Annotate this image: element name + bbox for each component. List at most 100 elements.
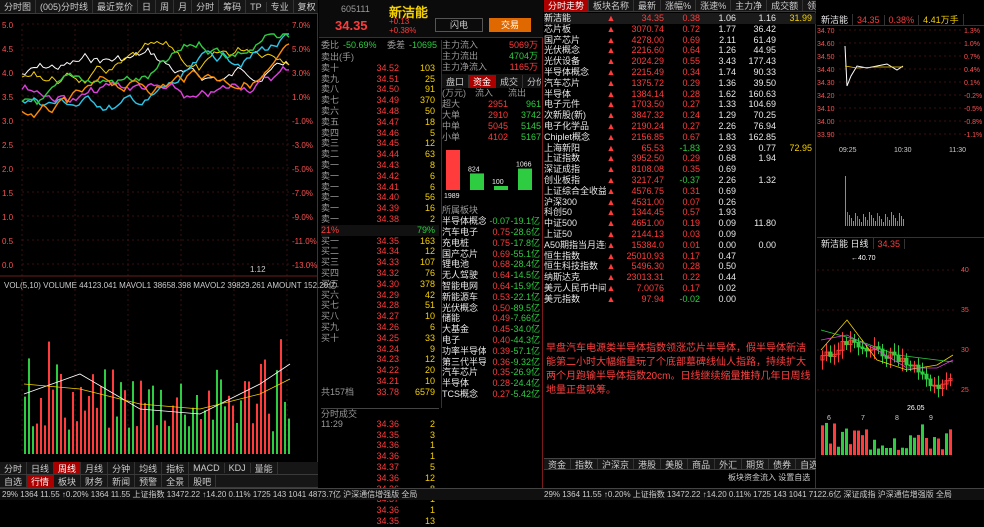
sector-row[interactable]: 光伏设备 ▲ 2024.29 0.55 3.43 177.43 — [544, 56, 816, 67]
sector-header-2[interactable]: 最新 — [634, 0, 662, 11]
sector-row[interactable]: 美元人民币中间价▲7.00760.170.02 — [544, 283, 816, 294]
chart-tab-7[interactable]: MACD — [189, 463, 225, 473]
sector-row[interactable]: 纳斯达克 ▲ 23013.31 0.22 0.44 — [544, 272, 816, 283]
toolbar-item-5[interactable]: 月 — [174, 0, 193, 13]
sector-header-5[interactable]: 主力净 — [731, 0, 768, 11]
toolbar-item-10[interactable]: 复权 — [294, 0, 318, 13]
bid-row[interactable]: 买七 34.28 51 — [321, 300, 439, 311]
sector-header-0[interactable]: 分时走势 — [544, 0, 590, 11]
ask-row[interactable]: 卖一 34.40 56 — [321, 192, 439, 203]
sector-list-item[interactable]: 锂电池 0.68 -28.4亿 — [442, 259, 541, 270]
sector-list-item[interactable]: 汽车芯片 0.35 -26.9亿 — [442, 367, 541, 378]
sector-footer-tab-7[interactable]: 期货 — [742, 459, 770, 469]
sector-list-item[interactable]: 大基金 0.45 -34.0亿 — [442, 324, 541, 335]
sector-list-item[interactable]: 充电桩 0.75 -17.8亿 — [442, 238, 541, 249]
left-bottom-tabs[interactable]: 分时 日线 周线 月线 分钟 均线 指标 MACD KDJ 量能 — [0, 462, 318, 475]
sector-list-item[interactable]: 第三代半导体0.36-9.32亿 — [442, 357, 541, 368]
sector-footer-tab-3[interactable]: 港股 — [634, 459, 662, 469]
chart-tab-9[interactable]: 量能 — [251, 462, 278, 474]
chart-tab-1[interactable]: 日线 — [27, 462, 55, 474]
sector-row[interactable]: 上证50 ▲ 2144.13 0.03 0.09 — [544, 229, 816, 240]
sector-table-header[interactable]: 分时走势板块名称最新涨幅%涨速%主力净成交额领涨股涨停数跌停数 — [544, 0, 816, 12]
status-tab-1[interactable]: 行情 — [27, 475, 55, 487]
toolbar-item-7[interactable]: 筹码 — [219, 0, 247, 13]
bid-row[interactable]: 34.22 20 — [321, 365, 439, 376]
chart-tab-6[interactable]: 指标 — [162, 462, 190, 474]
sector-row[interactable]: A50期指当月连续▲15384.00.010.000.00 — [544, 240, 816, 251]
bid-row[interactable]: 买三 34.33 107 — [321, 257, 439, 268]
sector-row[interactable]: 恒生指数 ▲ 25010.93 0.17 0.47 — [544, 251, 816, 262]
status-tab-6[interactable]: 全景 — [162, 475, 190, 487]
sector-row[interactable]: 中证500 ▲ 4651.00 0.19 0.09 11.80 — [544, 218, 816, 229]
bid-row[interactable]: 买一 34.35 163 — [321, 236, 439, 247]
bid-row[interactable]: 34.21 10 — [321, 376, 439, 387]
sector-list-item[interactable]: 无人驾驶 0.64 -14.5亿 — [442, 270, 541, 281]
sector-list-item[interactable]: 国产芯片 0.69 -55.1亿 — [442, 249, 541, 260]
sector-list-item[interactable]: 智能电网 0.64 -15.9亿 — [442, 281, 541, 292]
sector-footer-tabs[interactable]: 资金指数沪深京港股美股商品外汇期货债券自选基金半导体光伏新 — [544, 458, 816, 470]
sector-row[interactable]: 美元指数 ▲ 97.94 -0.02 0.00 — [544, 294, 816, 305]
sector-footer-tab-2[interactable]: 沪深京 — [598, 459, 635, 469]
trade-button[interactable]: 交易 — [489, 18, 531, 32]
sector-footer-tab-8[interactable]: 债券 — [769, 459, 797, 469]
sector-footer-tab-4[interactable]: 美股 — [661, 459, 689, 469]
sector-list-item[interactable]: 半导体 0.28 -24.4亿 — [442, 378, 541, 389]
price-volume-chart[interactable]: 5.0 4.5 4.0 3.5 3.0 2.5 2.0 1.5 1.0 0.5 0.0 7.0% 5.0… — [0, 14, 318, 462]
sector-row[interactable]: 国产芯片 ▲ 4278.00 0.69 2.11 61.49 — [544, 35, 816, 46]
bid-row[interactable]: 34.23 12 — [321, 354, 439, 365]
ask-row[interactable]: 卖八 34.50 91 — [321, 84, 439, 95]
ask-row[interactable]: 卖一 34.38 2 — [321, 214, 439, 225]
chart-tab-0[interactable]: 分时 — [0, 462, 28, 474]
sector-row[interactable]: 上证综合全收益 ▲ 4576.75 0.31 0.69 — [544, 186, 816, 197]
mini-kline-chart[interactable]: 40 35 30 25 ←40.70 26.05 6 7 8 9 — [817, 250, 984, 460]
ask-row[interactable]: 卖一 34.42 6 — [321, 171, 439, 182]
mini-intraday-chart[interactable]: 34.70 1.3% 34.60 1.0% 34.50 0.7% 34.40 0.4% 34.3… — [817, 26, 984, 236]
sector-list-item[interactable]: 功率半导体 0.39 -57.1亿 — [442, 346, 541, 357]
chart-tab-3[interactable]: 月线 — [81, 462, 109, 474]
sector-footer-right[interactable]: 板块资金流入 设置自选 — [728, 472, 810, 483]
sector-row[interactable]: 上海新阳 ▲ 65.53 -1.83 2.93 0.77 72.95 — [544, 143, 816, 154]
fund-tab-1[interactable]: 资金 — [469, 74, 497, 88]
status-tab-5[interactable]: 预警 — [135, 475, 163, 487]
bid-row[interactable]: 买二 34.34 12 — [321, 246, 439, 257]
sector-row[interactable]: 科创50 ▲ 1344.45 0.57 1.93 — [544, 207, 816, 218]
sector-header-1[interactable]: 板块名称 — [589, 0, 635, 11]
bid-row[interactable]: 买六 34.29 42 — [321, 290, 439, 301]
sector-header-6[interactable]: 成交额 — [767, 0, 804, 11]
ask-row[interactable]: 卖一 34.39 16 — [321, 203, 439, 214]
sector-row[interactable]: 芯片板 ▲ 3070.74 0.72 1.77 36.42 — [544, 24, 816, 35]
toolbar-item-1[interactable]: (005)分时线 — [36, 0, 94, 13]
status-tab-0[interactable]: 自选 — [0, 475, 28, 487]
sector-row[interactable]: 恒生科技指数 ▲ 5496.30 0.28 0.50 — [544, 261, 816, 272]
sector-row[interactable]: 汽车芯片 ▲ 1375.72 0.29 1.36 39.50 — [544, 78, 816, 89]
fund-tab-0[interactable]: 盘口 — [442, 74, 470, 88]
sector-row[interactable]: 次新股(新) ▲ 3847.32 0.24 1.29 70.25 — [544, 110, 816, 121]
chart-tab-2[interactable]: 周线 — [54, 462, 82, 474]
chart-tab-8[interactable]: KDJ — [225, 463, 251, 473]
status-tab-2[interactable]: 板块 — [54, 475, 82, 487]
flash-button[interactable]: 闪电 — [435, 18, 483, 32]
ask-row[interactable]: 卖九 34.51 25 — [321, 74, 439, 85]
ask-row[interactable]: 卖一 34.43 8 — [321, 160, 439, 171]
sector-header-7[interactable]: 领涨股 — [803, 0, 816, 11]
toolbar-item-0[interactable]: 分时图 — [0, 0, 37, 13]
bid-row[interactable]: 买九 34.26 6 — [321, 322, 439, 333]
sector-row[interactable]: 沪深300 ▲ 4531.00 0.07 0.26 — [544, 197, 816, 208]
fund-tab-2[interactable]: 成交 — [496, 74, 524, 88]
sector-header-3[interactable]: 涨幅% — [661, 0, 697, 11]
fund-tabs[interactable]: 盘口 资金 成交 分价 — [442, 74, 541, 89]
sector-list-item[interactable]: TCS概念 0.27 -5.42亿 — [442, 389, 541, 400]
sector-list-item[interactable]: 储能 0.49 -7.66亿 — [442, 313, 541, 324]
sector-row[interactable]: 深证成指 ▲ 8108.08 0.35 0.69 — [544, 164, 816, 175]
sector-row[interactable]: 光伏概念 ▲ 2216.60 0.64 1.26 44.95 — [544, 45, 816, 56]
sector-row[interactable]: 半导体 ▲ 1384.14 0.28 1.62 160.63 — [544, 89, 816, 100]
status-tab-3[interactable]: 财务 — [81, 475, 109, 487]
sector-header-4[interactable]: 涨速% — [696, 0, 732, 11]
ask-row[interactable]: 卖二 34.44 63 — [321, 149, 439, 160]
ask-row[interactable]: 卖六 34.48 50 — [321, 106, 439, 117]
fund-tab-3[interactable]: 分价 — [523, 75, 541, 88]
toolbar-item-4[interactable]: 周 — [156, 0, 175, 13]
sector-row[interactable]: 创业板指 ▲ 3217.47 -0.37 2.26 1.32 — [544, 175, 816, 186]
toolbar-item-9[interactable]: 专业 — [267, 0, 294, 13]
sector-footer-tab-6[interactable]: 外汇 — [715, 459, 743, 469]
